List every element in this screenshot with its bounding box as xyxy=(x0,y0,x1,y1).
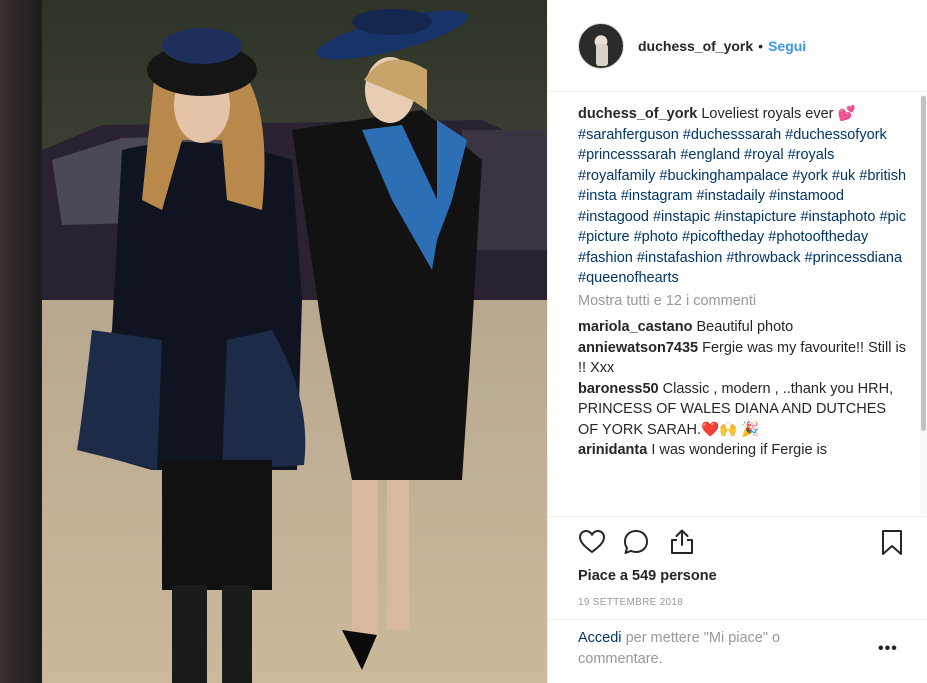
caption-username[interactable]: duchess_of_york xyxy=(578,106,697,122)
comment-username[interactable]: anniewatson7435 xyxy=(578,340,698,356)
post-photo-image xyxy=(42,0,547,683)
scrollbar-thumb[interactable] xyxy=(921,96,926,431)
caption-text: Loveliest royals ever 💕 xyxy=(701,106,856,122)
view-all-comments-link[interactable]: Mostra tutti e 12 i commenti xyxy=(578,291,908,312)
comment-item: mariola_castano Beautiful photo xyxy=(578,317,908,338)
comment-item: arinidanta I was wondering if Fergie is xyxy=(578,440,908,461)
caption-hashtags[interactable]: #sarahferguson #duchesssarah #duchessofy… xyxy=(578,127,906,287)
comment-text: I was wondering if Fergie is xyxy=(651,442,828,458)
caption: duchess_of_york Loveliest royals ever 💕 … xyxy=(578,104,908,289)
comments-scrollbar[interactable] xyxy=(920,92,927,516)
comments-list[interactable]: duchess_of_york Loveliest royals ever 💕 … xyxy=(578,104,908,514)
header-separator: • xyxy=(758,37,764,54)
post-modal: duchess_of_york • Segui duchess_of_york … xyxy=(42,0,927,683)
post-date[interactable]: 19 SETTEMBRE 2018 xyxy=(578,597,683,608)
divider xyxy=(548,516,927,517)
follow-button[interactable]: Segui xyxy=(768,38,806,54)
more-options-button[interactable]: ••• xyxy=(878,640,898,658)
comment-icon[interactable] xyxy=(622,528,650,556)
share-icon[interactable] xyxy=(668,528,696,556)
divider xyxy=(548,619,927,620)
post-panel: duchess_of_york • Segui duchess_of_york … xyxy=(547,0,927,683)
bookmark-icon[interactable] xyxy=(878,528,906,556)
header-username[interactable]: duchess_of_york xyxy=(638,38,753,54)
post-photo[interactable] xyxy=(42,0,547,683)
comment-username[interactable]: baroness50 xyxy=(578,381,659,397)
comment-username[interactable]: arinidanta xyxy=(578,442,647,458)
action-bar xyxy=(578,528,908,558)
login-prompt: Accedi per mettere "Mi piace" o commenta… xyxy=(578,628,838,670)
post-header: duchess_of_york • Segui xyxy=(548,0,927,92)
avatar[interactable] xyxy=(578,22,624,69)
comment-item: anniewatson7435 Fergie was my favourite!… xyxy=(578,338,908,379)
comment-text: Beautiful photo xyxy=(696,319,794,335)
comment-item: baroness50 Classic , modern , ..thank yo… xyxy=(578,379,908,441)
likes-count[interactable]: Piace a 549 persone xyxy=(578,568,717,584)
login-link[interactable]: Accedi xyxy=(578,630,622,646)
comment-username[interactable]: mariola_castano xyxy=(578,319,692,335)
heart-icon[interactable] xyxy=(578,528,606,556)
